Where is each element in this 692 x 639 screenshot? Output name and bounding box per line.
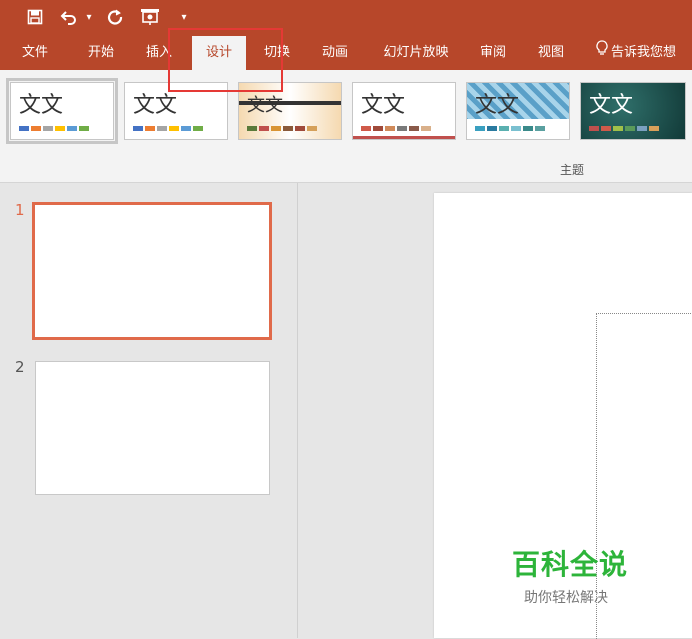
- color-swatch: [145, 126, 155, 131]
- color-swatch: [421, 126, 431, 131]
- themes-group-label: 主题: [560, 163, 585, 177]
- color-swatch: [181, 126, 191, 131]
- color-swatch: [67, 126, 77, 131]
- color-swatch: [307, 126, 317, 131]
- color-swatch: [247, 126, 257, 131]
- color-swatch: [19, 126, 29, 131]
- color-swatch: [385, 126, 395, 131]
- theme-swatches: [133, 126, 203, 131]
- theme-stripe: [353, 136, 455, 139]
- theme-title: 文文: [19, 93, 64, 118]
- color-swatch: [487, 126, 497, 131]
- color-swatch: [397, 126, 407, 131]
- customize-qat-icon[interactable]: ▾: [178, 7, 190, 27]
- ribbon-body: 文文 文文 文文 文文 文文 文文 主题: [0, 70, 692, 183]
- lightbulb-icon: [596, 36, 608, 70]
- color-swatch: [475, 126, 485, 131]
- title-bar: ▾ ▾: [0, 0, 692, 36]
- color-swatch: [157, 126, 167, 131]
- theme-swatches: [247, 126, 317, 131]
- undo-dropdown-icon[interactable]: ▾: [84, 7, 94, 27]
- color-swatch: [601, 126, 611, 131]
- save-icon[interactable]: [24, 7, 46, 27]
- tab-home[interactable]: 开始: [76, 36, 126, 70]
- theme-title: 文文: [247, 95, 283, 116]
- theme-title: 文文: [361, 93, 406, 118]
- color-swatch: [259, 126, 269, 131]
- theme-swatches: [361, 126, 431, 131]
- color-swatch: [499, 126, 509, 131]
- color-swatch: [361, 126, 371, 131]
- color-swatch: [523, 126, 533, 131]
- tab-slideshow[interactable]: 幻灯片放映: [370, 36, 462, 70]
- theme-retro[interactable]: 文文: [352, 82, 456, 140]
- slide-number: 2: [15, 358, 25, 376]
- tell-me-text: 告诉我您想: [611, 45, 677, 60]
- undo-icon[interactable]: [58, 7, 80, 27]
- redo-icon[interactable]: [104, 7, 126, 27]
- watermark: 百科全说 助你轻松解决: [512, 543, 647, 613]
- slide-thumbnail-1[interactable]: [32, 202, 272, 340]
- theme-pattern[interactable]: 文文: [466, 82, 570, 140]
- color-swatch: [625, 126, 635, 131]
- color-swatch: [511, 126, 521, 131]
- tab-view[interactable]: 视图: [526, 36, 576, 70]
- tab-review[interactable]: 审阅: [468, 36, 518, 70]
- color-swatch: [649, 126, 659, 131]
- tab-animations[interactable]: 动画: [310, 36, 360, 70]
- color-swatch: [133, 126, 143, 131]
- theme-swatches: [475, 126, 545, 131]
- slide-number: 1: [15, 201, 25, 219]
- color-swatch: [589, 126, 599, 131]
- color-swatch: [409, 126, 419, 131]
- theme-dark[interactable]: 文文: [580, 82, 686, 140]
- ribbon-tabs: 文件 开始 插入 设计 切换 动画 幻灯片放映 审阅 视图 告诉我您想: [0, 36, 692, 70]
- tab-file[interactable]: 文件: [10, 36, 60, 70]
- theme-title: 文文: [589, 93, 634, 118]
- color-swatch: [613, 126, 623, 131]
- color-swatch: [373, 126, 383, 131]
- theme-swatches: [589, 126, 659, 131]
- color-swatch: [637, 126, 647, 131]
- color-swatch: [271, 126, 281, 131]
- color-swatch: [193, 126, 203, 131]
- watermark-title: 百科全说: [512, 548, 629, 581]
- theme-office[interactable]: 文文: [6, 78, 118, 144]
- watermark-subtitle: 助你轻松解决: [524, 590, 608, 606]
- color-swatch: [535, 126, 545, 131]
- color-swatch: [295, 126, 305, 131]
- color-swatch: [79, 126, 89, 131]
- color-swatch: [31, 126, 41, 131]
- color-swatch: [55, 126, 65, 131]
- slide-thumbnail-2[interactable]: [35, 361, 270, 495]
- color-swatch: [43, 126, 53, 131]
- theme-swatches: [19, 126, 89, 131]
- present-from-start-icon[interactable]: [138, 7, 162, 27]
- color-swatch: [283, 126, 293, 131]
- theme-title: 文文: [475, 93, 520, 118]
- tell-me-box[interactable]: 告诉我您想: [596, 36, 676, 70]
- color-swatch: [169, 126, 179, 131]
- highlight-box: [168, 28, 283, 92]
- slide-thumbnail-pane: 1 2: [0, 183, 298, 638]
